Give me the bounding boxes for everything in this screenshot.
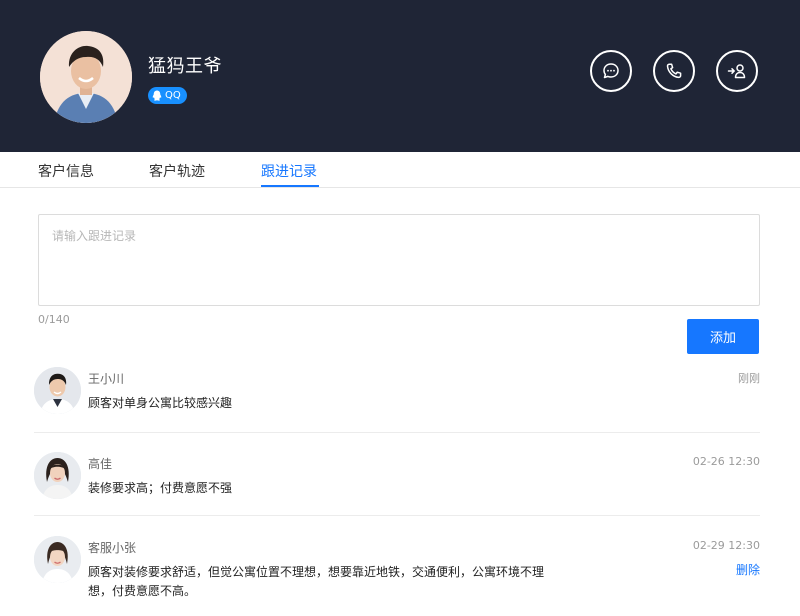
record-text: 顾客对单身公寓比较感兴趣: [88, 396, 233, 410]
record-author: 王小川: [88, 372, 125, 386]
record-text: 装修要求高；付费意愿不强: [88, 481, 233, 495]
tab-customer-track[interactable]: 客户轨迹: [149, 161, 205, 181]
qq-badge: QQ: [148, 87, 187, 104]
phone-icon: [666, 63, 682, 79]
record-time: 02-26 12:30: [692, 455, 760, 468]
call-button[interactable]: [653, 50, 695, 92]
active-tab-indicator: [261, 185, 319, 187]
customer-name: 猛犸王爷: [148, 56, 222, 77]
qq-penguin-icon: [152, 90, 162, 101]
transfer-user-icon: [727, 64, 746, 79]
transfer-button[interactable]: [716, 50, 758, 92]
char-counter: 0/140: [38, 313, 70, 326]
customer-avatar: [40, 31, 132, 123]
record-item: 客服小张 顾客对装修要求舒适，但觉公寓位置不理想，想要靠近地铁，交通便利，公寓环…: [34, 536, 760, 608]
qq-badge-label: QQ: [165, 90, 181, 101]
divider: [34, 432, 760, 433]
record-item: 高佳 装修要求高；付费意愿不强 02-26 12:30: [34, 452, 760, 516]
record-author: 高佳: [88, 457, 113, 471]
record-author: 客服小张: [88, 541, 137, 555]
follow-up-input[interactable]: [38, 214, 760, 306]
add-record-button[interactable]: 添加: [687, 319, 759, 354]
record-text: 顾客对装修要求舒适，但觉公寓位置不理想，想要靠近地铁，交通便利，公寓环境不理想，…: [88, 565, 545, 598]
record-time: 刚刚: [738, 372, 760, 385]
tab-follow-up-records[interactable]: 跟进记录: [261, 161, 317, 181]
chat-icon: [603, 63, 619, 79]
divider: [34, 515, 760, 516]
customer-header: 猛犸王爷 QQ: [0, 0, 800, 152]
delete-record-link[interactable]: 删除: [736, 561, 760, 578]
avatar: [34, 367, 81, 414]
message-button[interactable]: [590, 50, 632, 92]
avatar: [34, 536, 81, 583]
avatar: [34, 452, 81, 499]
record-time: 02-29 12:30: [692, 539, 760, 552]
tab-bar: 客户信息 客户轨迹 跟进记录: [0, 152, 800, 188]
tab-customer-info[interactable]: 客户信息: [38, 161, 94, 181]
record-item: 王小川 顾客对单身公寓比较感兴趣 刚刚: [34, 367, 760, 433]
